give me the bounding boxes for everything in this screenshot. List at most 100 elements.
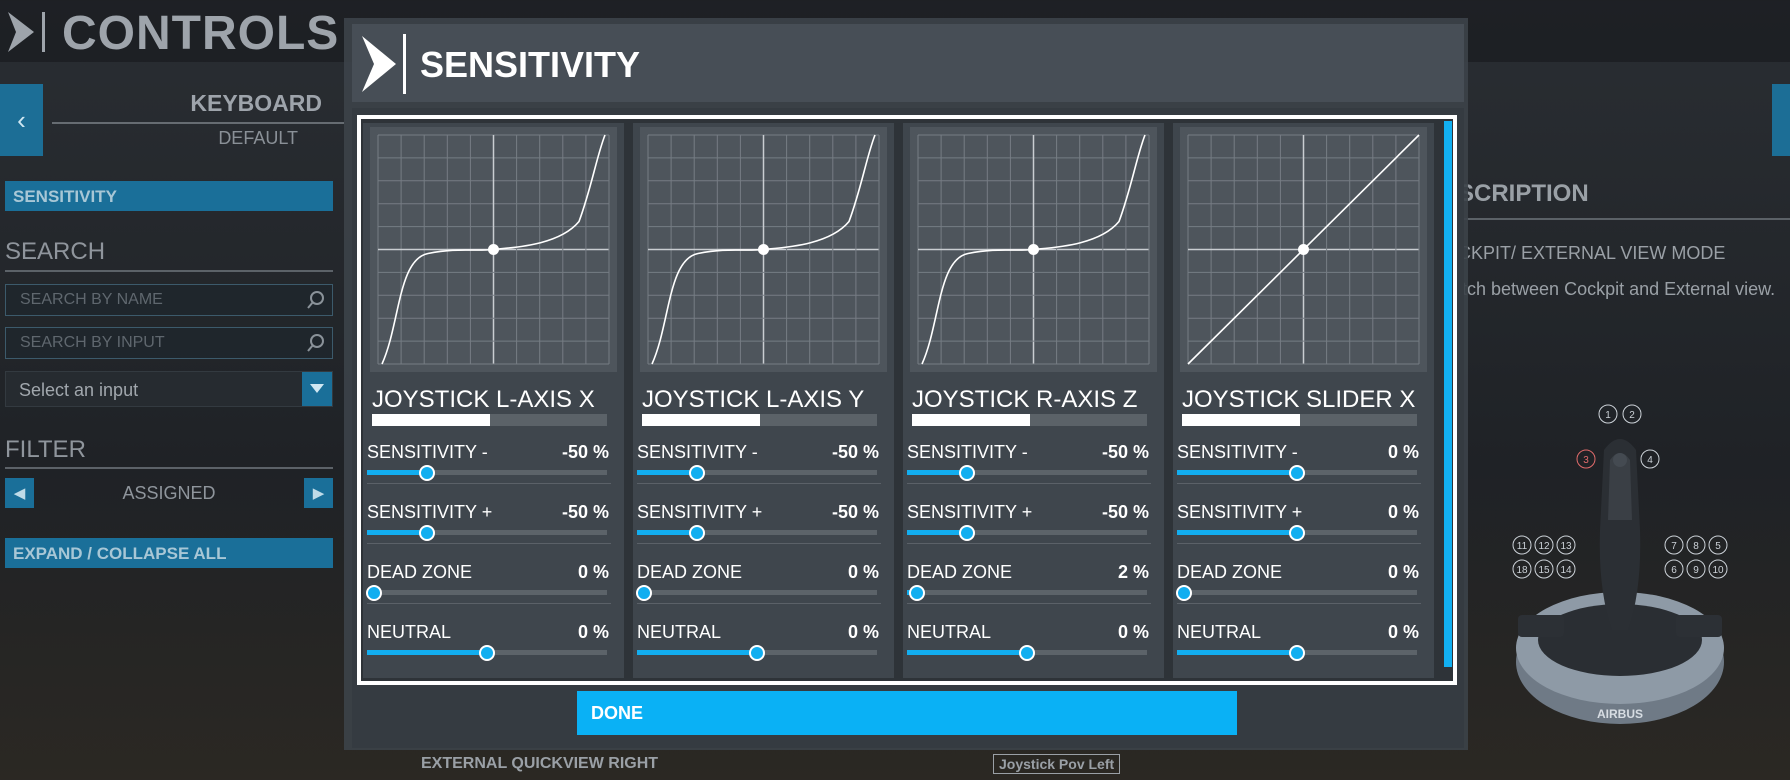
chevron-right-icon: ▶ — [312, 485, 325, 502]
param-slider[interactable] — [367, 465, 607, 481]
joy-label-8: 8 — [1693, 541, 1699, 552]
joy-label-7: 7 — [1671, 541, 1677, 552]
param-label: SENSITIVITY + — [1177, 502, 1303, 522]
param-slider[interactable] — [907, 525, 1147, 541]
param-row: SENSITIVITY + -50 % — [907, 494, 1151, 544]
slider-thumb[interactable] — [366, 585, 383, 601]
param-row: SENSITIVITY - 0 % — [1177, 434, 1421, 484]
axis-input-fill — [912, 414, 1030, 426]
slider-thumb[interactable] — [419, 465, 435, 481]
joy-label-9: 9 — [1693, 565, 1699, 576]
param-label: NEUTRAL — [637, 622, 722, 642]
prev-profile-button[interactable]: ‹ — [0, 84, 43, 156]
param-slider[interactable] — [1177, 465, 1417, 481]
param-label: SENSITIVITY + — [907, 502, 1033, 522]
slider-fill — [1177, 530, 1297, 535]
slider-thumb[interactable] — [1289, 525, 1305, 541]
param-label: NEUTRAL — [907, 622, 992, 642]
param-slider[interactable] — [1176, 585, 1417, 601]
joy-label-3: 3 — [1583, 455, 1589, 466]
search-icon — [307, 334, 324, 352]
joy-label-15: 15 — [1538, 565, 1550, 576]
param-value: -50 % — [831, 502, 879, 522]
curve-svg — [377, 134, 610, 365]
next-profile-button[interactable] — [1772, 84, 1790, 156]
profile-preset: DEFAULT — [218, 128, 298, 148]
param-slider[interactable] — [637, 645, 877, 661]
param-value: 0 % — [1387, 622, 1419, 642]
filter-next-button[interactable]: ▶ — [304, 478, 333, 508]
axis-input-bar — [372, 414, 607, 426]
axis-name: JOYSTICK L-AXIS Y — [642, 386, 865, 413]
search-input-placeholder: SEARCH BY INPUT — [20, 334, 165, 351]
slider-thumb[interactable] — [1176, 585, 1193, 601]
axes-scrollbar[interactable] — [1444, 121, 1452, 667]
param-slider[interactable] — [366, 585, 607, 601]
search-icon — [307, 291, 324, 309]
axis-input-fill — [372, 414, 490, 426]
slider-thumb[interactable] — [1289, 645, 1305, 661]
axis-input-fill — [1182, 414, 1300, 426]
param-label: DEAD ZONE — [637, 562, 743, 582]
param-slider[interactable] — [367, 525, 607, 541]
joy-label-13: 13 — [1560, 541, 1572, 552]
slider-thumb[interactable] — [419, 525, 435, 541]
param-slider[interactable] — [1177, 525, 1417, 541]
param-row: NEUTRAL 0 % — [1177, 614, 1421, 664]
filter-selector: ◀ ASSIGNED ▶ — [5, 478, 333, 508]
param-value: 0 % — [847, 622, 879, 642]
param-value: 2 % — [1117, 562, 1149, 582]
slider-thumb[interactable] — [959, 465, 975, 481]
slider-thumb[interactable] — [908, 585, 925, 601]
param-slider[interactable] — [907, 585, 1147, 601]
param-slider[interactable] — [907, 465, 1147, 481]
curve-center-point — [1028, 244, 1039, 255]
search-name-placeholder: SEARCH BY NAME — [20, 291, 163, 308]
slider-thumb[interactable] — [636, 585, 653, 601]
param-label: SENSITIVITY - — [1177, 442, 1298, 462]
param-value: -50 % — [1101, 502, 1149, 522]
slider-fill — [1177, 470, 1297, 475]
param-row: DEAD ZONE 0 % — [636, 554, 881, 604]
page-title: CONTROLS — [62, 7, 340, 60]
param-label: DEAD ZONE — [907, 562, 1013, 582]
curve-center-point — [488, 244, 499, 255]
filter-heading: FILTER — [5, 436, 86, 463]
chevron-left-icon: ‹ — [17, 104, 26, 135]
slider-thumb[interactable] — [959, 525, 975, 541]
done-button[interactable]: DONE — [577, 691, 1237, 735]
joy-label-4: 4 — [1647, 455, 1653, 466]
param-slider[interactable] — [636, 585, 877, 601]
slider-thumb[interactable] — [689, 465, 705, 481]
search-by-input-input[interactable]: SEARCH BY INPUT — [5, 327, 333, 359]
joy-label-14: 14 — [1560, 565, 1572, 576]
slider-thumb[interactable] — [1289, 465, 1305, 481]
param-value: -50 % — [561, 502, 609, 522]
param-slider[interactable] — [637, 525, 877, 541]
slider-thumb[interactable] — [689, 525, 705, 541]
description-line-2: itch between Cockpit and External view. — [1458, 279, 1776, 299]
param-slider[interactable] — [1177, 645, 1417, 661]
param-row: SENSITIVITY + 0 % — [1177, 494, 1421, 544]
sensitivity-button[interactable]: SENSITIVITY — [5, 181, 333, 211]
param-row: SENSITIVITY + -50 % — [637, 494, 881, 544]
joy-label-6: 6 — [1671, 565, 1677, 576]
binding-input-tag[interactable]: Joystick Pov Left — [993, 754, 1121, 774]
msfs-logo-icon — [362, 34, 406, 94]
joy-label-18: 18 — [1516, 565, 1528, 576]
slider-thumb[interactable] — [479, 645, 495, 661]
expand-collapse-button[interactable]: EXPAND / COLLAPSE ALL — [5, 538, 333, 568]
profile-device: KEYBOARD — [190, 90, 322, 116]
slider-thumb[interactable] — [749, 645, 765, 661]
param-row: SENSITIVITY - -50 % — [367, 434, 611, 484]
param-value: 0 % — [847, 562, 879, 582]
search-by-name-input[interactable]: SEARCH BY NAME — [5, 284, 333, 316]
description-title: SCRIPTION — [1458, 180, 1589, 207]
param-label: SENSITIVITY - — [907, 442, 1028, 462]
slider-thumb[interactable] — [1019, 645, 1035, 661]
param-slider[interactable] — [907, 645, 1147, 661]
slider-fill — [367, 470, 427, 475]
param-slider[interactable] — [637, 465, 877, 481]
select-input-dropdown[interactable]: Select an input — [5, 371, 333, 407]
param-slider[interactable] — [367, 645, 607, 661]
